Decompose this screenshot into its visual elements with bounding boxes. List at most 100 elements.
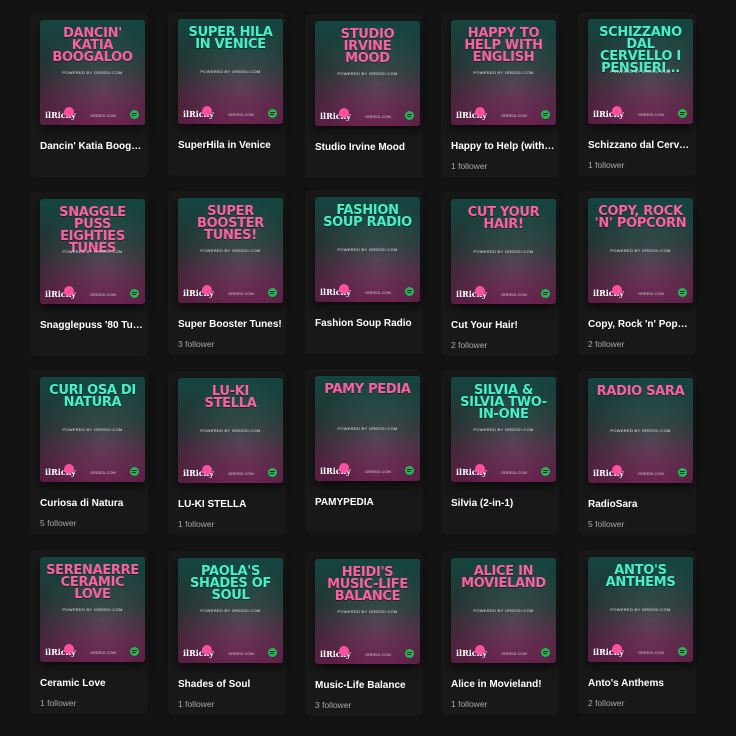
playlist-card[interactable]: SUPER BOOSTER TUNES! POWERED BY GREEDI.C… bbox=[168, 191, 286, 355]
spotify-icon bbox=[541, 289, 550, 298]
cover-headline: ALICE IN MOVIELAND bbox=[461, 564, 546, 591]
spotify-icon bbox=[541, 467, 550, 476]
cover-sponsor: GREEDI.COM bbox=[365, 652, 391, 657]
playlist-cover[interactable]: HAPPY TO HELP WITH ENGLISH POWERED BY GR… bbox=[451, 20, 556, 125]
playlist-title[interactable]: Shades of Soul bbox=[178, 679, 282, 690]
playlist-followers: 3 follower bbox=[178, 339, 215, 349]
brand-badge-icon bbox=[64, 464, 74, 474]
playlist-cover[interactable]: RADIO SARA POWERED BY GREEDI.COM ilRicky… bbox=[588, 378, 693, 483]
playlist-cover[interactable]: ALICE IN MOVIELAND POWERED BY GREEDI.COM… bbox=[451, 558, 556, 663]
playlist-cover[interactable]: SILVIA & SILVIA TWO-IN-ONE POWERED BY GR… bbox=[451, 377, 556, 482]
playlist-cover[interactable]: FASHION SOUP RADIO POWERED BY GREEDI.COM… bbox=[315, 197, 420, 302]
playlist-card[interactable]: CUT YOUR HAIR! POWERED BY GREEDI.COM ilR… bbox=[441, 192, 559, 356]
cover-powered-by: POWERED BY GREEDI.COM bbox=[337, 426, 398, 431]
playlist-cover[interactable]: LU-KI STELLA POWERED BY GREEDI.COM ilRic… bbox=[178, 378, 283, 483]
playlist-title[interactable]: RadioSara bbox=[588, 499, 692, 510]
playlist-title[interactable]: LU-KI STELLA bbox=[178, 499, 282, 510]
playlist-title[interactable]: Cut Your Hair! bbox=[451, 320, 555, 331]
playlist-cover[interactable]: PAOLA'S SHADES OF SOUL POWERED BY GREEDI… bbox=[178, 558, 283, 663]
playlist-cover[interactable]: SERENAERRE CERAMIC LOVE POWERED BY GREED… bbox=[40, 557, 145, 662]
playlist-card[interactable]: CURI OSA DI NATURA POWERED BY GREEDI.COM… bbox=[30, 370, 148, 534]
playlist-title[interactable]: Happy to Help (with E... bbox=[451, 141, 555, 152]
playlist-card[interactable]: SILVIA & SILVIA TWO-IN-ONE POWERED BY GR… bbox=[441, 370, 559, 534]
playlist-title[interactable]: Fashion Soup Radio bbox=[315, 318, 419, 329]
cover-headline: SILVIA & SILVIA TWO-IN-ONE bbox=[460, 383, 547, 422]
playlist-cover[interactable]: SCHIZZANO DAL CERVELLO I PENSIERI... POW… bbox=[588, 19, 693, 124]
brand-badge-icon bbox=[612, 285, 622, 295]
playlist-cover[interactable]: PAMY PEDIA POWERED BY GREEDI.COM ilRicky… bbox=[315, 376, 420, 481]
spotify-icon bbox=[678, 647, 687, 656]
playlist-card[interactable]: PAOLA'S SHADES OF SOUL POWERED BY GREEDI… bbox=[168, 551, 286, 715]
playlist-card[interactable]: SCHIZZANO DAL CERVELLO I PENSIERI... POW… bbox=[578, 12, 696, 176]
playlist-card[interactable]: DANCIN' KATIA BOOGALOO POWERED BY GREEDI… bbox=[30, 13, 148, 177]
playlist-title[interactable]: Alice in Movieland! bbox=[451, 679, 555, 690]
playlist-cover[interactable]: CUT YOUR HAIR! POWERED BY GREEDI.COM ilR… bbox=[451, 199, 556, 304]
playlist-card[interactable]: HEIDI'S MUSIC-LIFE BALANCE POWERED BY GR… bbox=[305, 552, 423, 716]
brand-badge-icon bbox=[64, 644, 74, 654]
cover-sponsor: GREEDI.COM bbox=[501, 292, 527, 297]
cover-powered-by: POWERED BY GREEDI.COM bbox=[62, 70, 123, 75]
playlist-card[interactable]: COPY, ROCK 'N' POPCORN POWERED BY GREEDI… bbox=[578, 191, 696, 355]
playlist-title[interactable]: Schizzano dal Cervell... bbox=[588, 140, 692, 151]
playlist-title[interactable]: Curiosa di Natura bbox=[40, 498, 144, 509]
playlist-title[interactable]: Silvia (2-in-1) bbox=[451, 498, 555, 509]
playlist-followers: 5 follower bbox=[588, 519, 625, 529]
spotify-icon bbox=[541, 110, 550, 119]
playlist-cover[interactable]: SUPER BOOSTER TUNES! POWERED BY GREEDI.C… bbox=[178, 198, 283, 303]
cover-powered-by: POWERED BY GREEDI.COM bbox=[62, 607, 123, 612]
cover-sponsor: GREEDI.COM bbox=[228, 651, 254, 656]
playlist-title[interactable]: Music-Life Balance bbox=[315, 680, 419, 691]
playlist-title[interactable]: PAMYPEDIA bbox=[315, 497, 419, 508]
cover-powered-by: POWERED BY GREEDI.COM bbox=[200, 248, 261, 253]
cover-sponsor: GREEDI.COM bbox=[638, 112, 664, 117]
playlist-card[interactable]: STUDIO IRVINE MOOD POWERED BY GREEDI.COM… bbox=[305, 14, 423, 178]
playlist-cover[interactable]: SUPER HILA IN VENICE POWERED BY GREEDI.C… bbox=[178, 19, 283, 124]
cover-headline: FASHION SOUP RADIO bbox=[323, 203, 412, 230]
playlist-card[interactable]: LU-KI STELLA POWERED BY GREEDI.COM ilRic… bbox=[168, 371, 286, 535]
playlist-cover[interactable]: STUDIO IRVINE MOOD POWERED BY GREEDI.COM… bbox=[315, 21, 420, 126]
cover-headline: SUPER HILA IN VENICE bbox=[188, 25, 273, 52]
playlist-card[interactable]: HAPPY TO HELP WITH ENGLISH POWERED BY GR… bbox=[441, 13, 559, 177]
cover-headline: SUPER BOOSTER TUNES! bbox=[196, 204, 265, 243]
cover-powered-by: POWERED BY GREEDI.COM bbox=[62, 427, 123, 432]
brand-badge-icon bbox=[339, 284, 349, 294]
playlist-title[interactable]: Dancin' Katia Boogaloo bbox=[40, 141, 144, 152]
playlist-cover[interactable]: HEIDI'S MUSIC-LIFE BALANCE POWERED BY GR… bbox=[315, 559, 420, 664]
playlist-card[interactable]: SNAGGLE PUSS EIGHTIES TUNES POWERED BY G… bbox=[30, 192, 148, 356]
brand-badge-icon bbox=[202, 285, 212, 295]
playlist-title[interactable]: Anto's Anthems bbox=[588, 678, 692, 689]
cover-powered-by: POWERED BY GREEDI.COM bbox=[610, 69, 671, 74]
cover-headline: RADIO SARA bbox=[596, 384, 685, 399]
playlist-followers: 1 follower bbox=[451, 699, 488, 709]
playlist-card[interactable]: SUPER HILA IN VENICE POWERED BY GREEDI.C… bbox=[168, 12, 286, 176]
spotify-icon bbox=[130, 289, 139, 298]
playlist-card[interactable]: ANTO'S ANTHEMS POWERED BY GREEDI.COM ilR… bbox=[578, 550, 696, 714]
cover-powered-by: POWERED BY GREEDI.COM bbox=[473, 608, 534, 613]
playlist-cover[interactable]: COPY, ROCK 'N' POPCORN POWERED BY GREEDI… bbox=[588, 198, 693, 303]
playlist-card[interactable]: PAMY PEDIA POWERED BY GREEDI.COM ilRicky… bbox=[305, 369, 423, 533]
playlist-title[interactable]: Super Booster Tunes! bbox=[178, 319, 282, 330]
cover-powered-by: POWERED BY GREEDI.COM bbox=[610, 248, 671, 253]
cover-powered-by: POWERED BY GREEDI.COM bbox=[337, 71, 398, 76]
playlist-card[interactable]: RADIO SARA POWERED BY GREEDI.COM ilRicky… bbox=[578, 371, 696, 535]
playlist-cover[interactable]: SNAGGLE PUSS EIGHTIES TUNES POWERED BY G… bbox=[40, 199, 145, 304]
cover-sponsor: GREEDI.COM bbox=[638, 650, 664, 655]
cover-powered-by: POWERED BY GREEDI.COM bbox=[200, 608, 261, 613]
brand-badge-icon bbox=[64, 286, 74, 296]
playlist-card[interactable]: SERENAERRE CERAMIC LOVE POWERED BY GREED… bbox=[30, 550, 148, 714]
playlist-title[interactable]: Studio Irvine Mood bbox=[315, 142, 419, 153]
playlist-title[interactable]: Copy, Rock 'n' Popcorn bbox=[588, 319, 692, 330]
playlist-followers: 2 follower bbox=[588, 339, 625, 349]
playlist-title[interactable]: Snagglepuss '80 Tunes bbox=[40, 320, 144, 331]
playlist-followers: 5 follower bbox=[40, 518, 77, 528]
playlist-cover[interactable]: DANCIN' KATIA BOOGALOO POWERED BY GREEDI… bbox=[40, 20, 145, 125]
playlist-title[interactable]: Ceramic Love bbox=[40, 678, 144, 689]
playlist-card[interactable]: ALICE IN MOVIELAND POWERED BY GREEDI.COM… bbox=[441, 551, 559, 715]
playlist-card[interactable]: FASHION SOUP RADIO POWERED BY GREEDI.COM… bbox=[305, 190, 423, 354]
cover-headline: STUDIO IRVINE MOOD bbox=[340, 27, 395, 66]
spotify-icon bbox=[678, 109, 687, 118]
playlist-cover[interactable]: ANTO'S ANTHEMS POWERED BY GREEDI.COM ilR… bbox=[588, 557, 693, 662]
playlist-title[interactable]: SuperHila in Venice bbox=[178, 140, 282, 151]
playlist-cover[interactable]: CURI OSA DI NATURA POWERED BY GREEDI.COM… bbox=[40, 377, 145, 482]
cover-sponsor: GREEDI.COM bbox=[228, 471, 254, 476]
